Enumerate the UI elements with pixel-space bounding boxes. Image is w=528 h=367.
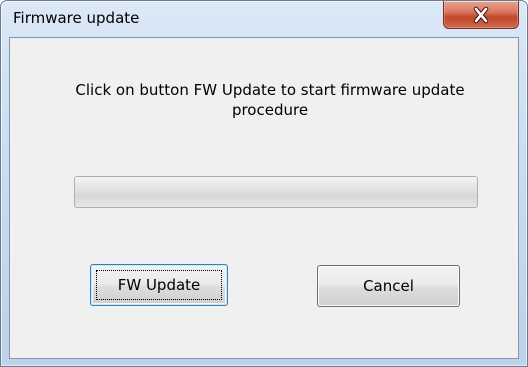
firmware-progress-bar [74, 176, 478, 208]
focus-ring [96, 270, 222, 300]
close-icon [444, 1, 518, 28]
close-button[interactable] [443, 1, 519, 29]
fw-update-button[interactable]: FW Update [90, 264, 228, 306]
firmware-update-window: Firmware update Click on button FW Updat… [0, 0, 528, 367]
cancel-button-label: Cancel [363, 277, 414, 295]
cancel-button[interactable]: Cancel [317, 265, 460, 307]
window-title: Firmware update [13, 9, 140, 27]
title-bar[interactable]: Firmware update [1, 1, 527, 37]
dialog-body: Click on button FW Update to start firmw… [9, 37, 519, 359]
instruction-text: Click on button FW Update to start firmw… [75, 81, 465, 119]
